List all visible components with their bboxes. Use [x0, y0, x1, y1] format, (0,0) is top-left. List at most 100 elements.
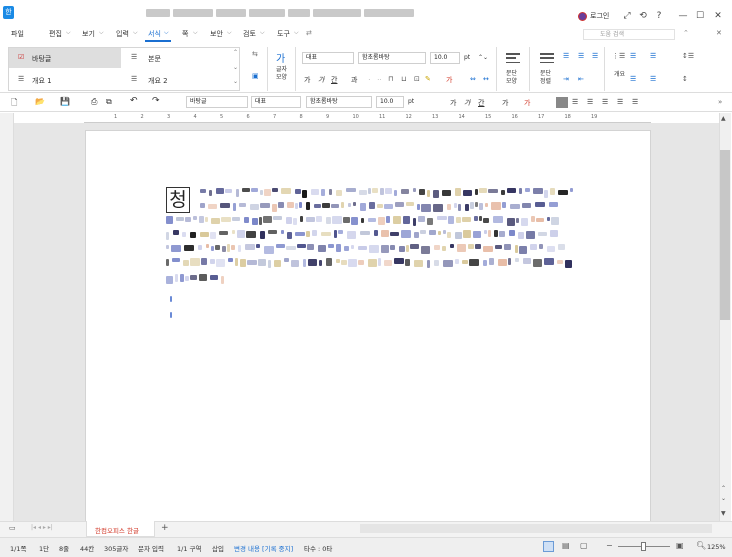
view-web-icon[interactable]: ▢ — [580, 541, 588, 550]
outdent-icon[interactable]: ⇤ — [578, 75, 584, 83]
font-size-spin-icon[interactable]: ⌃⌄ — [478, 54, 488, 61]
bold-icon[interactable]: 가 — [304, 75, 310, 85]
engrave-icon[interactable]: ⊔ — [401, 75, 406, 83]
line-spacing-icon[interactable]: ↕☰ — [682, 52, 694, 60]
scroll-prev-page-icon[interactable]: ⌃ — [721, 485, 726, 492]
align-justify-icon[interactable] — [540, 52, 554, 64]
status-page[interactable]: 1/1쪽 — [10, 543, 26, 553]
status-insert-mode[interactable]: 삽입 — [212, 543, 224, 553]
char-shape-icon[interactable]: 가 — [276, 50, 285, 65]
style-select[interactable]: 바탕글 — [186, 96, 248, 108]
login-button[interactable]: 로그인 — [578, 11, 609, 21]
emboss-icon[interactable]: ⊓ — [388, 75, 393, 83]
style-item-outline-2[interactable]: 개요 2 — [148, 76, 168, 86]
redo-icon[interactable]: ↷ — [152, 96, 160, 106]
toolbar-bold-icon[interactable]: 가 — [450, 98, 456, 108]
ribbon-collapse-icon[interactable]: ⌃ — [683, 29, 689, 37]
tab-list-icon[interactable]: ▭ — [9, 524, 16, 532]
help-icon[interactable]: ? — [652, 10, 666, 22]
fullscreen-icon[interactable]: ⤢ — [620, 10, 634, 22]
font-name-select[interactable]: 함초롬바탕 — [358, 52, 426, 64]
style-item-outline-1[interactable]: 개요 1 — [32, 76, 52, 86]
superscript-icon[interactable]: ᆞ — [366, 75, 372, 85]
menu-format[interactable]: 서식 — [148, 29, 161, 39]
status-track-changes[interactable]: 변경 내용 [기록 중지] — [234, 543, 293, 553]
toolbar-font-size-input[interactable]: 10.0 — [376, 96, 404, 108]
app-icon[interactable]: 한 — [3, 6, 14, 19]
preview-icon[interactable]: ⧉ — [106, 97, 112, 107]
add-tab-icon[interactable]: + — [161, 523, 169, 533]
menu-more-icon[interactable]: ⇄ — [306, 29, 312, 37]
style-edit-icon[interactable]: ⇆ — [252, 50, 258, 58]
style-apply-icon[interactable]: ▣ — [252, 72, 259, 80]
toolbar-distribute-icon[interactable]: ☰ — [617, 98, 623, 106]
toolbar-align-justify-icon[interactable] — [556, 97, 568, 108]
toolbar-underline-icon[interactable]: 간 — [478, 98, 484, 108]
open-folder-icon[interactable]: 📂 — [35, 97, 45, 106]
para-spacing-icon[interactable]: ↕ — [682, 75, 688, 83]
document-text[interactable] — [166, 186, 576, 318]
save-icon[interactable]: 💾 — [60, 97, 70, 106]
highlight-icon[interactable]: ✎ — [425, 75, 431, 83]
zoom-slider-handle[interactable] — [641, 542, 646, 551]
menu-edit[interactable]: 편집 — [49, 29, 62, 39]
zoom-out-icon[interactable]: − — [606, 541, 613, 550]
menu-tools[interactable]: 도구 — [277, 29, 290, 39]
close-icon[interactable]: ✕ — [711, 10, 725, 22]
scrollbar-thumb[interactable] — [720, 150, 730, 320]
number-list-icon[interactable]: ☰ — [650, 52, 656, 60]
subscript-icon[interactable]: ᆢ — [376, 75, 382, 85]
minimize-icon[interactable]: — — [676, 10, 690, 22]
toolbar-italic-icon[interactable]: 가 — [464, 98, 470, 108]
shadow-icon[interactable]: ⊡ — [414, 75, 420, 83]
align-left-icon[interactable]: ☰ — [563, 52, 569, 60]
char-spacing-icon[interactable]: ⇔ — [470, 75, 476, 83]
help-search-input[interactable]: 도움 검색 — [583, 29, 675, 40]
style-scroll-up-icon[interactable]: ⌃ — [233, 49, 238, 56]
underline-icon[interactable]: 간 — [331, 75, 337, 85]
strike-icon[interactable]: 과 — [351, 75, 357, 85]
para-shape-icon[interactable] — [506, 52, 520, 64]
style-item-batanggeul[interactable]: 바탕글 — [32, 54, 51, 64]
bullet-list-icon[interactable]: ☰ — [630, 52, 636, 60]
style-expand-icon[interactable]: ⌄ — [233, 78, 238, 85]
doc-close-icon[interactable]: ✕ — [716, 29, 722, 37]
undo-icon[interactable]: ↶ — [130, 96, 138, 106]
menu-page[interactable]: 쪽 — [182, 29, 188, 39]
toolbar-font-lang-select[interactable]: 대표 — [251, 96, 301, 108]
zoom-fit-icon[interactable]: ▣ — [676, 541, 684, 550]
menu-file[interactable]: 파일 — [11, 29, 24, 39]
level-down-icon[interactable]: ☰ — [650, 75, 656, 83]
toolbar-font-name-select[interactable]: 함초롬바탕 — [306, 96, 372, 108]
menu-insert[interactable]: 입력 — [116, 29, 129, 39]
style-scroll-down-icon[interactable]: ⌄ — [233, 64, 238, 71]
outline-icon[interactable]: ⋮☰ — [612, 52, 625, 60]
font-unit[interactable]: pt — [464, 54, 470, 61]
char-width-icon[interactable]: ↔ — [483, 75, 489, 83]
style-item-body[interactable]: 본문 — [148, 54, 161, 64]
scroll-down-icon[interactable]: ▼ — [721, 510, 726, 517]
toolbar-split-icon[interactable]: ☰ — [632, 98, 638, 106]
toolbar-align-right-icon[interactable]: ☰ — [602, 98, 608, 106]
new-doc-icon[interactable]: 🗋 — [11, 97, 17, 111]
font-size-input[interactable]: 10.0 — [430, 52, 460, 64]
font-lang-select[interactable]: 대표 — [302, 52, 354, 64]
menu-security[interactable]: 보안 — [210, 29, 223, 39]
maximize-icon[interactable]: ☐ — [693, 10, 707, 22]
toolbar-more-icon[interactable]: » — [718, 98, 722, 106]
indent-icon[interactable]: ⇥ — [563, 75, 569, 83]
toolbar-align-left-icon[interactable]: ☰ — [572, 98, 578, 106]
align-right-icon[interactable]: ☰ — [592, 52, 598, 60]
print-icon[interactable]: ⎙ — [91, 97, 97, 107]
menu-review[interactable]: 검토 — [243, 29, 256, 39]
horizontal-scrollbar[interactable] — [360, 524, 712, 533]
font-color-icon[interactable]: 가 — [446, 75, 452, 85]
menu-view[interactable]: 보기 — [82, 29, 95, 39]
toolbar-font-unit[interactable]: pt — [408, 98, 414, 105]
align-center-icon[interactable]: ☰ — [578, 52, 584, 60]
tab-first-icon[interactable]: |◂ ◂ ▸ ▸| — [31, 524, 53, 531]
status-input-mode[interactable]: 문자 입력 — [138, 543, 164, 553]
scroll-up-icon[interactable]: ▲ — [721, 115, 726, 122]
pin-icon[interactable]: ⟲ — [636, 10, 650, 22]
view-normal-icon[interactable] — [543, 541, 554, 552]
